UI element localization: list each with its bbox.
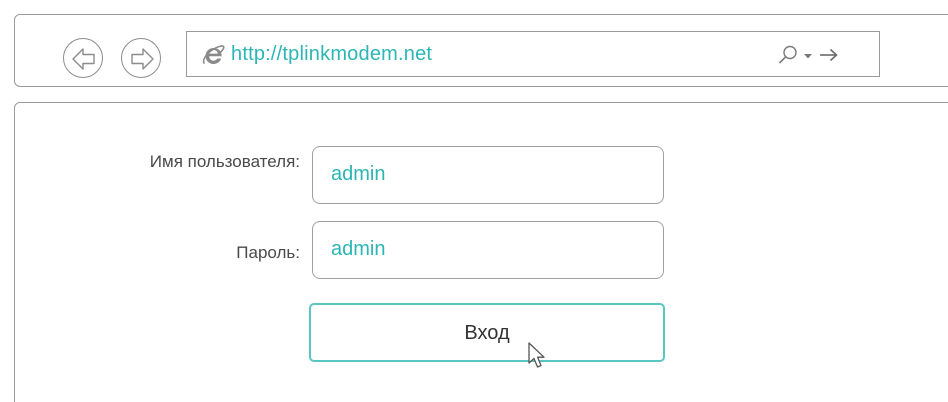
password-value: admin	[331, 238, 386, 260]
forward-button[interactable]	[121, 38, 161, 78]
forward-arrow-icon	[131, 48, 154, 70]
password-input[interactable]: admin	[312, 221, 664, 279]
go-arrow-icon[interactable]	[817, 44, 841, 66]
screen: http://tplinkmodem.net Имя пользователя:…	[0, 0, 948, 402]
dropdown-icon[interactable]	[801, 44, 815, 66]
username-input[interactable]: admin	[312, 146, 664, 204]
back-arrow-icon	[72, 48, 95, 70]
address-bar[interactable]: http://tplinkmodem.net	[186, 31, 880, 77]
password-label: Пароль:	[236, 243, 300, 262]
login-button[interactable]: Вход	[309, 303, 665, 362]
url-text[interactable]: http://tplinkmodem.net	[231, 43, 432, 66]
search-icon[interactable]	[777, 44, 799, 66]
username-label: Имя пользователя:	[149, 152, 300, 171]
mouse-pointer-icon	[528, 342, 545, 368]
internet-explorer-icon	[202, 45, 225, 64]
login-button-label: Вход	[464, 322, 510, 344]
back-button[interactable]	[63, 38, 103, 78]
username-value: admin	[331, 163, 386, 185]
